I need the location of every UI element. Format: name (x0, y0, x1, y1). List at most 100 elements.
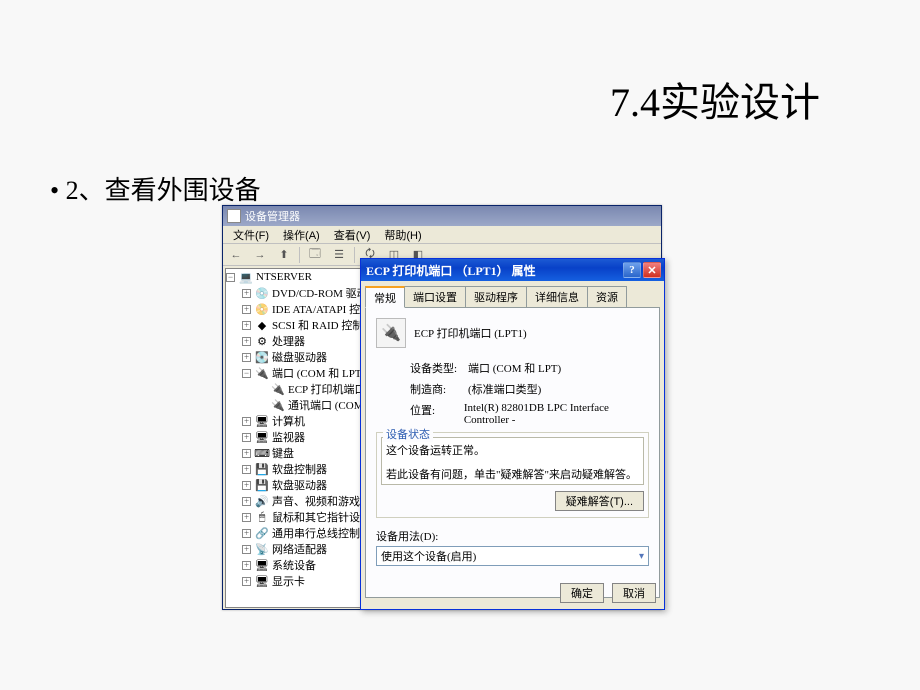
tree-toggle-icon[interactable]: + (242, 545, 251, 554)
tree-toggle-icon[interactable]: + (242, 417, 251, 426)
properties-icon[interactable]: 🗔 (306, 246, 324, 264)
tree-label: 监视器 (272, 429, 305, 445)
back-icon[interactable]: ← (227, 246, 245, 264)
port-icon: 🔌 (376, 318, 406, 348)
device-icon: 💻 (239, 270, 253, 284)
devmgr-titlebar[interactable]: 设备管理器 (223, 206, 661, 226)
toolbar-sep (354, 247, 355, 263)
usage-label: 设备用法(D): (376, 528, 649, 544)
tree-toggle-icon[interactable]: + (242, 321, 251, 330)
menu-action[interactable]: 操作(A) (277, 227, 326, 243)
system-icon (227, 209, 241, 223)
device-icon: 🔌 (271, 382, 285, 396)
tree-toggle-icon[interactable]: + (242, 529, 251, 538)
print-icon[interactable]: ☰ (330, 246, 348, 264)
tree-label: 端口 (COM 和 LPT) (272, 365, 365, 381)
status-legend: 设备状态 (383, 426, 433, 442)
tree-toggle-icon[interactable]: + (242, 465, 251, 474)
tree-label: 软盘控制器 (272, 461, 327, 477)
device-icon: 💾 (255, 462, 269, 476)
tab-port-settings[interactable]: 端口设置 (404, 286, 466, 307)
device-icon: ◆ (255, 318, 269, 332)
device-icon: 💿 (255, 286, 269, 300)
menu-help[interactable]: 帮助(H) (378, 227, 427, 243)
tree-toggle-icon[interactable] (258, 401, 267, 410)
tree-label: 计算机 (272, 413, 305, 429)
tree-toggle-icon[interactable]: + (242, 433, 251, 442)
device-icon: 🖥 (255, 574, 269, 588)
menu-view[interactable]: 查看(V) (328, 227, 377, 243)
tree-toggle-icon[interactable]: + (242, 561, 251, 570)
status-fieldset: 设备状态 这个设备运转正常。 若此设备有问题，单击"疑难解答"来启动疑难解答。 … (376, 432, 649, 518)
device-icon: 🖥 (255, 558, 269, 572)
tree-toggle-icon[interactable] (258, 385, 267, 394)
device-icon: 🖥 (255, 430, 269, 444)
status-text[interactable]: 这个设备运转正常。 若此设备有问题，单击"疑难解答"来启动疑难解答。 (381, 437, 644, 485)
mfr-label: 制造商: (410, 381, 468, 397)
cancel-button[interactable]: 取消 (612, 583, 656, 603)
tree-toggle-icon[interactable]: + (242, 481, 251, 490)
tree-label: 通用串行总线控制器 (272, 525, 371, 541)
tree-label: 网络适配器 (272, 541, 327, 557)
device-icon: 💾 (255, 478, 269, 492)
devtype-label: 设备类型: (410, 360, 468, 376)
tree-toggle-icon[interactable]: + (242, 497, 251, 506)
props-tabs: 常规 端口设置 驱动程序 详细信息 资源 (365, 286, 660, 308)
tab-driver[interactable]: 驱动程序 (465, 286, 527, 307)
tree-label: 处理器 (272, 333, 305, 349)
loc-value: Intel(R) 82801DB LPC Interface Controlle… (464, 402, 649, 426)
tab-general[interactable]: 常规 (365, 286, 405, 308)
device-icon: 🔊 (255, 494, 269, 508)
status-line1: 这个设备运转正常。 (386, 442, 639, 458)
tree-label: 磁盘驱动器 (272, 349, 327, 365)
tree-toggle-icon[interactable]: − (242, 369, 251, 378)
slide-bullet: • 2、查看外围设备 (50, 170, 261, 207)
device-icon: 🖱 (255, 510, 269, 524)
ok-button[interactable]: 确定 (560, 583, 604, 603)
device-icon: ⚙ (255, 334, 269, 348)
tab-resources[interactable]: 资源 (587, 286, 627, 307)
tree-toggle-icon[interactable]: + (242, 449, 251, 458)
device-icon: 🔗 (255, 526, 269, 540)
devmgr-title: 设备管理器 (245, 208, 300, 224)
usage-select[interactable]: 使用这个设备(启用) ▾ (376, 546, 649, 566)
forward-icon[interactable]: → (251, 246, 269, 264)
tree-toggle-icon[interactable]: + (242, 353, 251, 362)
devmgr-menubar: 文件(F) 操作(A) 查看(V) 帮助(H) (223, 226, 661, 244)
properties-dialog: ECP 打印机端口 （LPT1） 属性 ? ✕ 常规 端口设置 驱动程序 详细信… (360, 258, 665, 610)
tree-label: 系统设备 (272, 557, 316, 573)
devtype-value: 端口 (COM 和 LPT) (468, 360, 561, 376)
tree-label: NTSERVER (256, 271, 312, 283)
tree-label: 鼠标和其它指针设备 (272, 509, 371, 525)
tree-toggle-icon[interactable]: − (226, 273, 235, 282)
up-icon[interactable]: ⬆ (275, 246, 293, 264)
tree-toggle-icon[interactable]: + (242, 305, 251, 314)
device-icon: 🔌 (271, 398, 285, 412)
mfr-value: (标准端口类型) (468, 381, 541, 397)
tree-label: 键盘 (272, 445, 294, 461)
loc-label: 位置: (410, 402, 464, 426)
props-titlebar[interactable]: ECP 打印机端口 （LPT1） 属性 ? ✕ (361, 259, 664, 281)
device-icon: ⌨ (255, 446, 269, 460)
tree-toggle-icon[interactable]: + (242, 577, 251, 586)
slide-title: 7.4实验设计 (610, 70, 820, 128)
device-icon: 📀 (255, 302, 269, 316)
tree-toggle-icon[interactable]: + (242, 337, 251, 346)
menu-file[interactable]: 文件(F) (227, 227, 275, 243)
usage-value: 使用这个设备(启用) (381, 548, 476, 564)
help-icon[interactable]: ? (623, 262, 641, 278)
tree-toggle-icon[interactable]: + (242, 289, 251, 298)
tree-label: 软盘驱动器 (272, 477, 327, 493)
props-body: 🔌 ECP 打印机端口 (LPT1) 设备类型: 端口 (COM 和 LPT) … (365, 308, 660, 598)
toolbar-sep (299, 247, 300, 263)
device-icon: 💽 (255, 350, 269, 364)
tree-label: 显示卡 (272, 573, 305, 589)
tree-toggle-icon[interactable]: + (242, 513, 251, 522)
tab-details[interactable]: 详细信息 (526, 286, 588, 307)
props-title: ECP 打印机端口 （LPT1） 属性 (364, 262, 621, 279)
device-icon: 🔌 (255, 366, 269, 380)
close-icon[interactable]: ✕ (643, 262, 661, 278)
troubleshoot-button[interactable]: 疑难解答(T)... (555, 491, 644, 511)
device-icon: 🖥 (255, 414, 269, 428)
device-name: ECP 打印机端口 (LPT1) (414, 325, 527, 341)
